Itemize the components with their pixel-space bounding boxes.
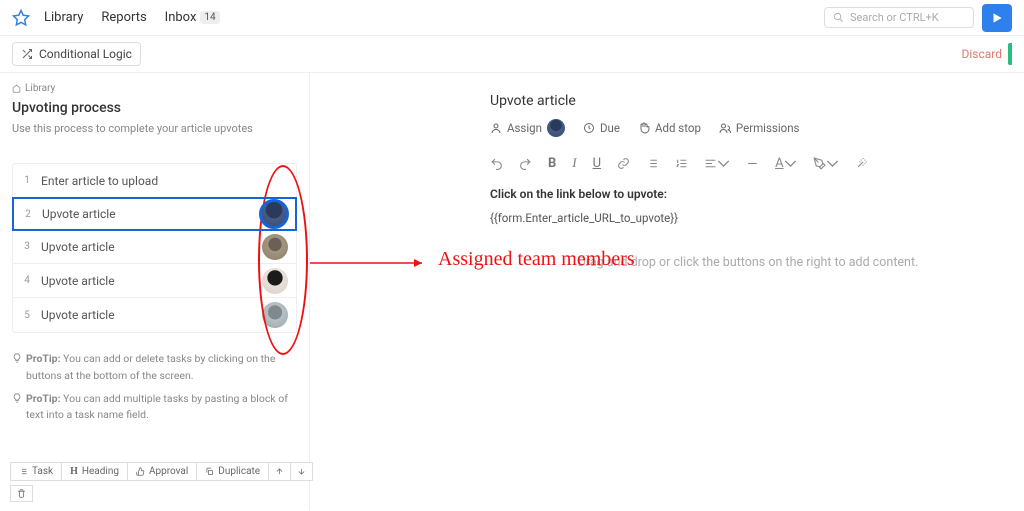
bold-button[interactable]: B xyxy=(548,156,556,171)
add-stop-button[interactable]: Add stop xyxy=(638,121,701,135)
arrow-up-icon xyxy=(275,467,284,476)
home-icon xyxy=(12,84,21,93)
highlight-button[interactable] xyxy=(813,157,839,170)
app-logo-icon[interactable] xyxy=(12,9,30,27)
nav-reports[interactable]: Reports xyxy=(101,10,146,25)
bulb-icon xyxy=(12,393,22,403)
redo-icon xyxy=(519,157,532,170)
add-heading-button[interactable]: H Heading xyxy=(62,462,128,481)
task-row[interactable]: 3 Upvote article xyxy=(13,230,296,264)
users-icon xyxy=(719,122,731,134)
editor-content[interactable]: Click on the link below to upvote: {{for… xyxy=(490,187,1006,225)
list-icon xyxy=(19,467,28,476)
italic-button[interactable]: I xyxy=(572,155,576,171)
trash-icon xyxy=(17,489,26,498)
link-icon xyxy=(617,157,630,170)
task-name: Upvote article xyxy=(41,274,258,288)
text-color-button[interactable]: A xyxy=(775,156,796,171)
underline-button[interactable]: U xyxy=(593,156,601,171)
search-icon xyxy=(833,12,844,23)
task-number: 3 xyxy=(21,241,33,252)
assignee-avatar[interactable] xyxy=(262,234,288,260)
ol-button[interactable] xyxy=(675,157,688,170)
permissions-button[interactable]: Permissions xyxy=(719,121,800,135)
chevron-down-icon xyxy=(784,157,797,170)
task-name: Upvote article xyxy=(42,207,257,221)
move-up-button[interactable] xyxy=(269,462,291,481)
thumb-up-icon xyxy=(136,467,145,476)
shuffle-icon xyxy=(21,48,33,60)
hr-button[interactable] xyxy=(746,157,759,170)
link-button[interactable] xyxy=(617,157,630,170)
minus-icon xyxy=(746,157,759,170)
assignee-avatar[interactable] xyxy=(261,201,287,227)
brush-icon xyxy=(813,157,826,170)
nav-library[interactable]: Library xyxy=(44,10,83,25)
task-name: Upvote article xyxy=(41,308,258,322)
discard-button[interactable]: Discard xyxy=(961,47,1002,61)
task-list: 1Enter article to upload2Upvote article3… xyxy=(12,163,297,333)
editor-placeholder-hint: Drag and drop or click the buttons on th… xyxy=(490,255,1006,270)
wand-icon xyxy=(855,157,868,170)
process-subtitle: Use this process to complete your articl… xyxy=(12,122,297,135)
content-heading: Click on the link below to upvote: xyxy=(490,187,1006,201)
breadcrumb[interactable]: Library xyxy=(12,83,297,94)
nav-inbox[interactable]: Inbox 14 xyxy=(165,10,220,25)
inbox-count-badge: 14 xyxy=(200,11,219,24)
delete-task-button[interactable] xyxy=(10,485,33,502)
detail-task-title: Upvote article xyxy=(490,93,1006,109)
align-button[interactable] xyxy=(704,157,730,170)
clear-format-button[interactable] xyxy=(855,157,868,170)
process-title: Upvoting process xyxy=(12,100,297,116)
assign-button[interactable]: Assign xyxy=(490,119,565,137)
duplicate-button[interactable]: Duplicate xyxy=(197,462,269,481)
align-icon xyxy=(704,157,717,170)
ul-button[interactable] xyxy=(646,157,659,170)
user-icon xyxy=(490,122,502,134)
conditional-logic-button[interactable]: Conditional Logic xyxy=(12,42,141,66)
undo-button[interactable] xyxy=(490,157,503,170)
nav-inbox-label: Inbox xyxy=(165,10,197,25)
chevron-down-icon xyxy=(717,157,730,170)
bulb-icon xyxy=(12,353,22,363)
protip-2: ProTip: You can add multiple tasks by pa… xyxy=(12,391,297,425)
add-approval-button[interactable]: Approval xyxy=(128,462,197,481)
assignee-avatar[interactable] xyxy=(262,268,288,294)
task-row[interactable]: 2 Upvote article xyxy=(12,197,297,231)
assigned-avatar xyxy=(547,119,565,137)
clock-icon xyxy=(583,122,595,134)
task-row[interactable]: 5 Upvote article xyxy=(13,298,296,332)
copy-icon xyxy=(205,467,214,476)
run-button[interactable] xyxy=(982,4,1012,32)
task-number: 2 xyxy=(22,209,34,220)
protip-1: ProTip: You can add or delete tasks by c… xyxy=(12,351,297,385)
save-indicator xyxy=(1008,43,1012,65)
chevron-down-icon xyxy=(826,157,839,170)
search-input[interactable]: Search or CTRL+K xyxy=(824,7,974,28)
redo-button[interactable] xyxy=(519,157,532,170)
ul-icon xyxy=(646,157,659,170)
task-number: 4 xyxy=(21,275,33,286)
play-icon xyxy=(990,11,1004,25)
task-name: Enter article to upload xyxy=(41,174,288,188)
search-placeholder: Search or CTRL+K xyxy=(850,11,939,24)
task-row[interactable]: 4 Upvote article xyxy=(13,264,296,298)
arrow-down-icon xyxy=(297,467,306,476)
task-row[interactable]: 1 Enter article to upload xyxy=(13,164,296,198)
add-task-button[interactable]: Task xyxy=(10,462,62,481)
task-name: Upvote article xyxy=(41,240,258,254)
hand-icon xyxy=(638,122,650,134)
task-number: 5 xyxy=(21,310,33,321)
content-template-var: {{form.Enter_article_URL_to_upvote}} xyxy=(490,211,1006,225)
task-number: 1 xyxy=(21,175,33,186)
conditional-logic-label: Conditional Logic xyxy=(39,47,132,61)
breadcrumb-root: Library xyxy=(25,83,55,94)
assignee-avatar[interactable] xyxy=(262,302,288,328)
undo-icon xyxy=(490,157,503,170)
ol-icon xyxy=(675,157,688,170)
due-button[interactable]: Due xyxy=(583,121,620,135)
heading-h-icon: H xyxy=(70,466,78,477)
